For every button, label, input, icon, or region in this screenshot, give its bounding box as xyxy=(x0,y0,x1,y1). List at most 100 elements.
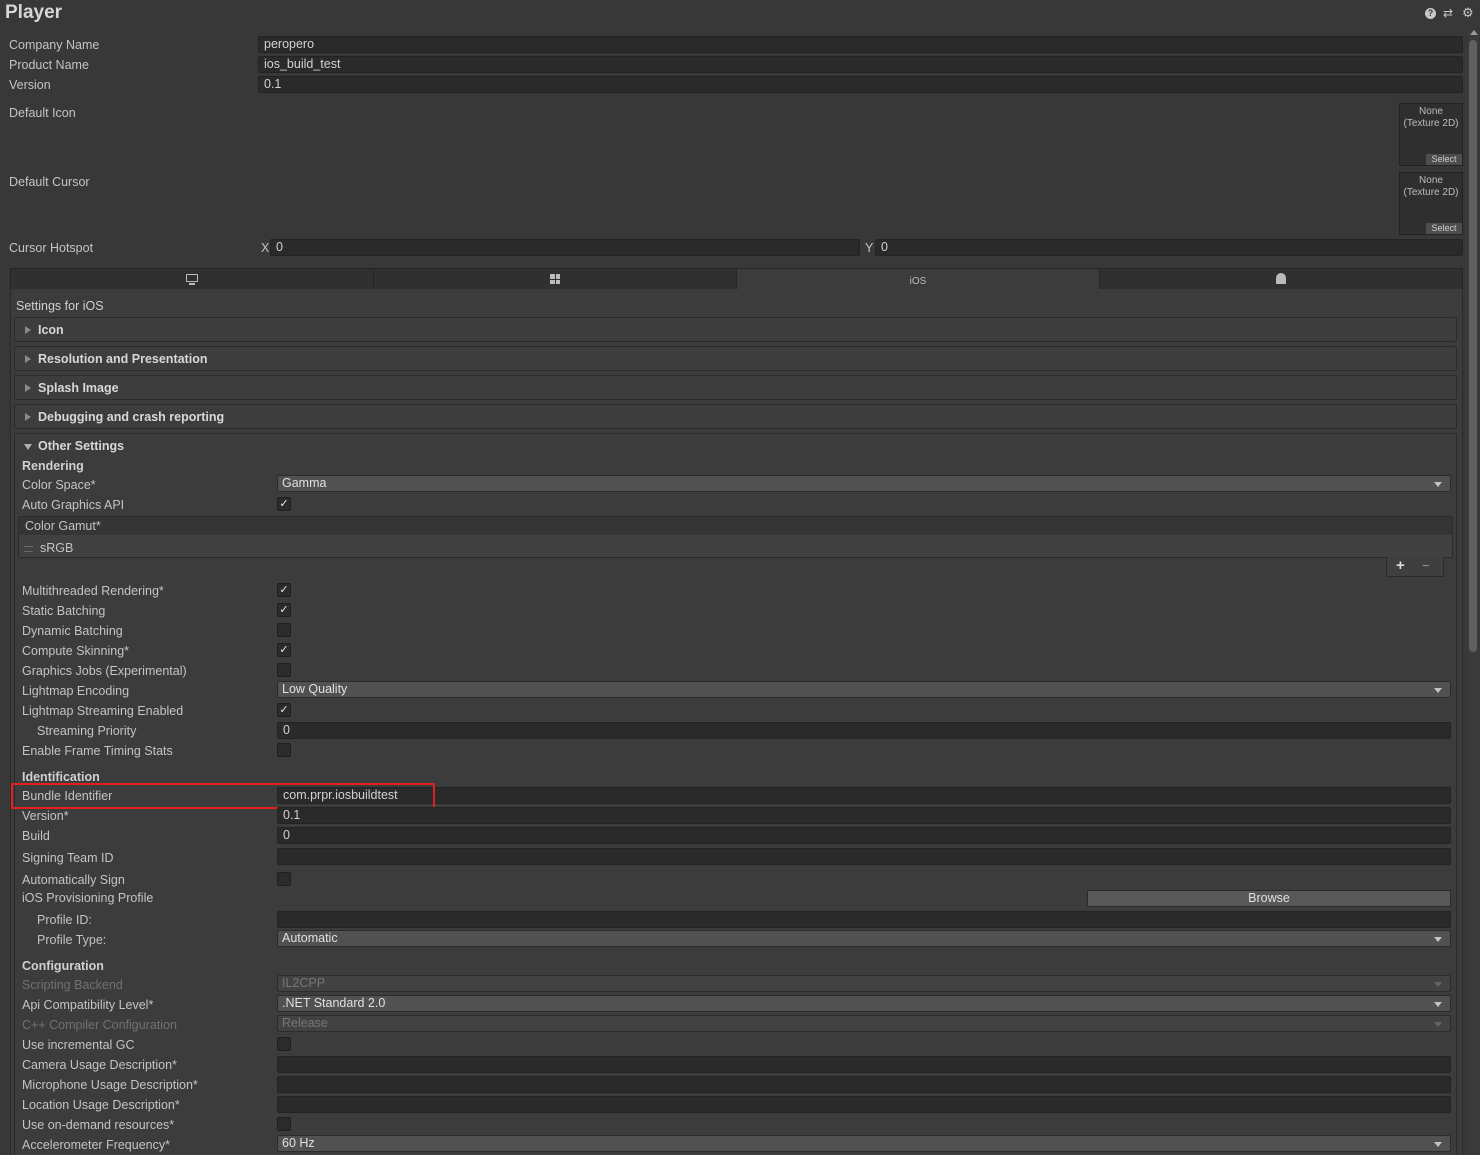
ios-version-field[interactable]: 0.1 xyxy=(277,807,1451,824)
streaming-priority-field[interactable]: 0 xyxy=(277,722,1451,739)
color-space-dropdown[interactable]: Gamma xyxy=(277,475,1451,492)
auto-graphics-label: Auto Graphics API xyxy=(22,498,125,512)
accelerometer-dropdown[interactable]: 60 Hz xyxy=(277,1135,1451,1152)
default-icon-slot[interactable]: None (Texture 2D) Select xyxy=(1399,103,1463,166)
ios-version-label: Version* xyxy=(22,809,69,823)
static-batching-checkbox[interactable]: ✓ xyxy=(277,603,291,617)
camera-usage-label: Camera Usage Description* xyxy=(22,1058,177,1072)
bundle-id-field[interactable]: com.prpr.iosbuildtest xyxy=(277,787,1451,804)
frame-timing-label: Enable Frame Timing Stats xyxy=(22,744,173,758)
hotspot-y-field[interactable]: 0 xyxy=(875,239,1463,256)
build-field[interactable]: 0 xyxy=(277,827,1451,844)
profile-id-field[interactable] xyxy=(277,911,1451,928)
signing-team-label: Signing Team ID xyxy=(22,851,114,865)
gear-icon[interactable]: ⚙ xyxy=(1462,5,1474,21)
texture-type-text: (Texture 2D) xyxy=(1403,118,1459,129)
company-name-label: Company Name xyxy=(9,38,100,52)
drag-handle-icon[interactable] xyxy=(24,546,33,552)
build-label: Build xyxy=(22,829,50,843)
identification-header: Identification xyxy=(22,770,100,784)
location-usage-field[interactable] xyxy=(277,1096,1451,1113)
default-cursor-slot[interactable]: None (Texture 2D) Select xyxy=(1399,172,1463,235)
cpp-config-label: C++ Compiler Configuration xyxy=(22,1018,177,1032)
default-icon-label: Default Icon xyxy=(9,106,76,120)
product-name-field[interactable]: ios_build_test xyxy=(258,56,1463,73)
cpp-config-dropdown: Release xyxy=(277,1015,1451,1032)
remove-button[interactable]: − xyxy=(1422,559,1430,573)
chevron-down-icon xyxy=(1434,1022,1442,1027)
chevron-down-icon xyxy=(1434,1142,1442,1147)
section-splash[interactable]: Splash Image xyxy=(14,375,1457,400)
auto-sign-checkbox[interactable] xyxy=(277,872,291,886)
compute-skinning-label: Compute Skinning* xyxy=(22,644,130,658)
multithreaded-label: Multithreaded Rendering* xyxy=(22,584,164,598)
location-usage-label: Location Usage Description* xyxy=(22,1098,180,1112)
preset-icon[interactable]: ⇄ xyxy=(1443,6,1453,20)
dynamic-batching-checkbox[interactable] xyxy=(277,623,291,637)
collapse-arrow-icon xyxy=(25,413,31,421)
section-icon[interactable]: Icon xyxy=(14,317,1457,342)
profile-type-dropdown[interactable]: Automatic xyxy=(277,930,1451,947)
version-label: Version xyxy=(9,78,51,92)
section-debugging[interactable]: Debugging and crash reporting xyxy=(14,404,1457,429)
on-demand-checkbox[interactable] xyxy=(277,1117,291,1131)
page-title: Player xyxy=(5,2,63,23)
tab-windows[interactable] xyxy=(373,268,737,290)
collapse-arrow-icon xyxy=(25,384,31,392)
browse-button[interactable]: Browse xyxy=(1087,890,1451,907)
android-icon xyxy=(1276,273,1286,284)
scrollbar-thumb[interactable] xyxy=(1469,40,1477,652)
chevron-down-icon xyxy=(1434,937,1442,942)
scroll-up-arrow[interactable] xyxy=(1470,30,1478,35)
lightmap-encoding-dropdown[interactable]: Low Quality xyxy=(277,681,1451,698)
company-name-field[interactable]: peropero xyxy=(258,36,1463,53)
chevron-down-icon xyxy=(1434,482,1442,487)
texture-none-text: None xyxy=(1419,175,1443,186)
color-gamut-label: Color Gamut* xyxy=(25,519,101,533)
tab-android[interactable] xyxy=(1099,268,1463,290)
product-name-label: Product Name xyxy=(9,58,89,72)
auto-sign-label: Automatically Sign xyxy=(22,873,125,887)
desktop-icon xyxy=(186,274,198,282)
microphone-usage-label: Microphone Usage Description* xyxy=(22,1078,198,1092)
camera-usage-field[interactable] xyxy=(277,1056,1451,1073)
select-button[interactable]: Select xyxy=(1426,223,1462,234)
graphics-jobs-checkbox[interactable] xyxy=(277,663,291,677)
texture-none-text: None xyxy=(1419,106,1443,117)
select-button[interactable]: Select xyxy=(1426,154,1462,165)
windows-icon xyxy=(550,274,560,284)
color-gamut-item[interactable]: sRGB xyxy=(40,541,73,555)
chevron-down-icon xyxy=(1434,1002,1442,1007)
auto-graphics-checkbox[interactable]: ✓ xyxy=(277,497,291,511)
incremental-gc-checkbox[interactable] xyxy=(277,1037,291,1051)
compute-skinning-checkbox[interactable]: ✓ xyxy=(277,643,291,657)
expand-arrow-icon xyxy=(24,444,32,450)
add-button[interactable]: + xyxy=(1396,558,1405,573)
scripting-backend-label: Scripting Backend xyxy=(22,978,123,992)
frame-timing-checkbox[interactable] xyxy=(277,743,291,757)
help-icon[interactable]: ? xyxy=(1425,8,1436,19)
microphone-usage-field[interactable] xyxy=(277,1076,1451,1093)
lightmap-streaming-checkbox[interactable]: ✓ xyxy=(277,703,291,717)
color-space-label: Color Space* xyxy=(22,478,96,492)
chevron-down-icon xyxy=(1434,982,1442,987)
lightmap-streaming-label: Lightmap Streaming Enabled xyxy=(22,704,184,718)
incremental-gc-label: Use incremental GC xyxy=(22,1038,135,1052)
signing-team-field[interactable] xyxy=(277,848,1451,865)
tab-standalone[interactable] xyxy=(10,268,374,290)
lightmap-encoding-label: Lightmap Encoding xyxy=(22,684,130,698)
provisioning-label: iOS Provisioning Profile xyxy=(22,891,154,905)
api-compat-dropdown[interactable]: .NET Standard 2.0 xyxy=(277,995,1451,1012)
streaming-priority-label: Streaming Priority xyxy=(37,724,137,738)
dynamic-batching-label: Dynamic Batching xyxy=(22,624,123,638)
section-resolution[interactable]: Resolution and Presentation xyxy=(14,346,1457,371)
cursor-hotspot-label: Cursor Hotspot xyxy=(9,241,94,255)
tab-ios[interactable]: iOS xyxy=(736,268,1100,290)
hotspot-x-field[interactable]: 0 xyxy=(270,239,860,256)
profile-type-label: Profile Type: xyxy=(37,933,107,947)
tab-ios-label: iOS xyxy=(909,276,927,287)
version-field[interactable]: 0.1 xyxy=(258,76,1463,93)
multithreaded-checkbox[interactable]: ✓ xyxy=(277,583,291,597)
settings-title: Settings for iOS xyxy=(16,299,104,313)
profile-id-label: Profile ID: xyxy=(37,913,92,927)
